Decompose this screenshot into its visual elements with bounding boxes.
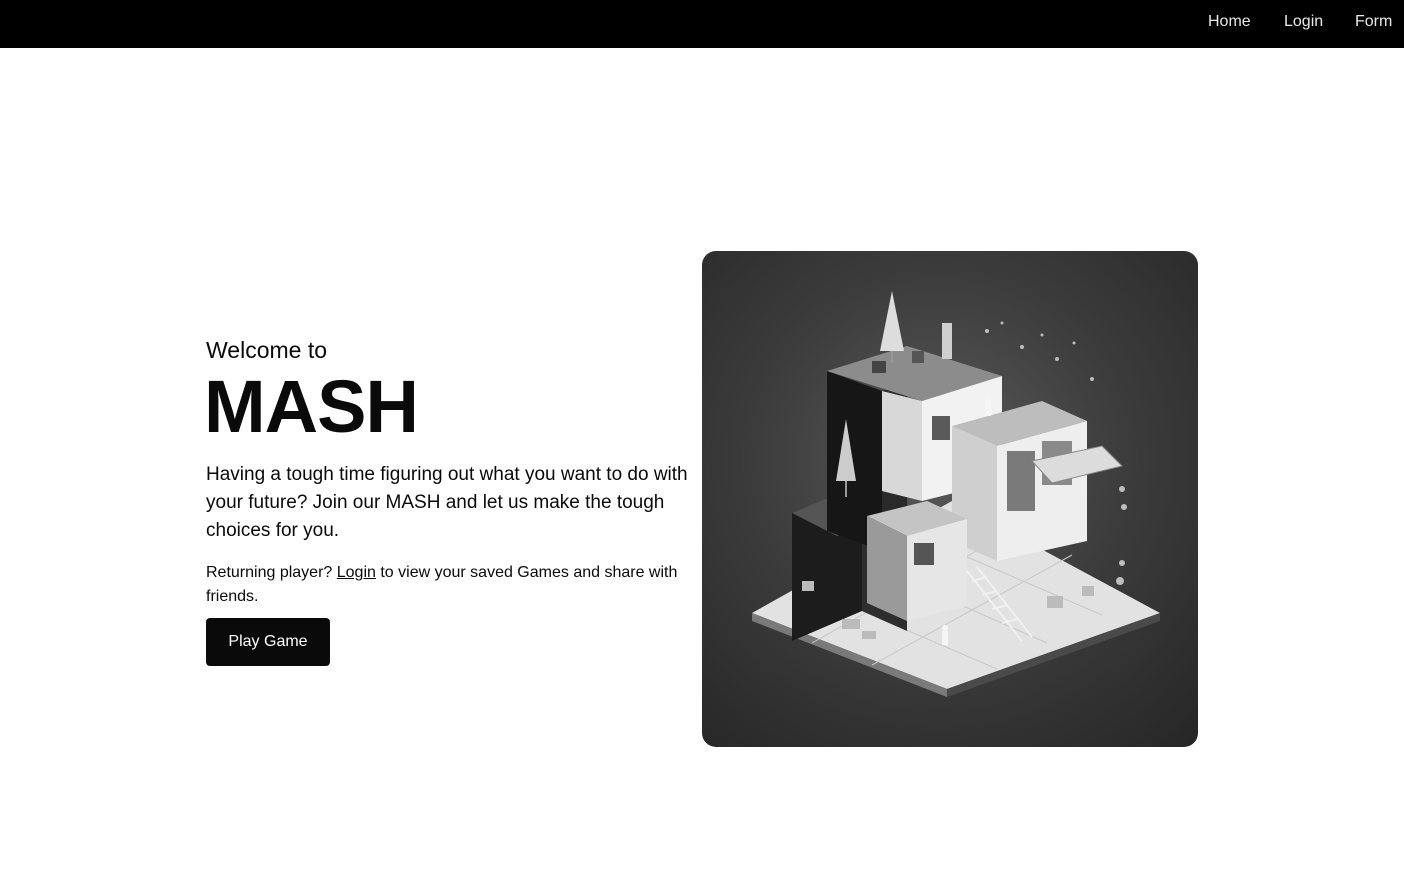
returning-player-text: Returning player? Login to view your sav… <box>206 561 692 609</box>
page-title: MASH <box>204 365 419 448</box>
top-navbar: Home Login Form <box>0 0 1404 48</box>
inline-login-link[interactable]: Login <box>337 564 376 581</box>
hero-image <box>702 251 1198 747</box>
isometric-house-illustration <box>752 291 1160 697</box>
welcome-heading: Welcome to <box>206 337 328 363</box>
returning-prefix: Returning player? <box>206 564 337 581</box>
nav-home-link[interactable]: Home <box>1208 13 1251 31</box>
hero-text: Welcome to MASH Having a tough time figu… <box>204 335 692 666</box>
play-game-button[interactable]: Play Game <box>206 618 330 666</box>
nav-login-link[interactable]: Login <box>1284 13 1323 31</box>
hero-lead: Having a tough time figuring out what yo… <box>206 464 688 541</box>
nav-form-link[interactable]: Form <box>1355 13 1392 31</box>
